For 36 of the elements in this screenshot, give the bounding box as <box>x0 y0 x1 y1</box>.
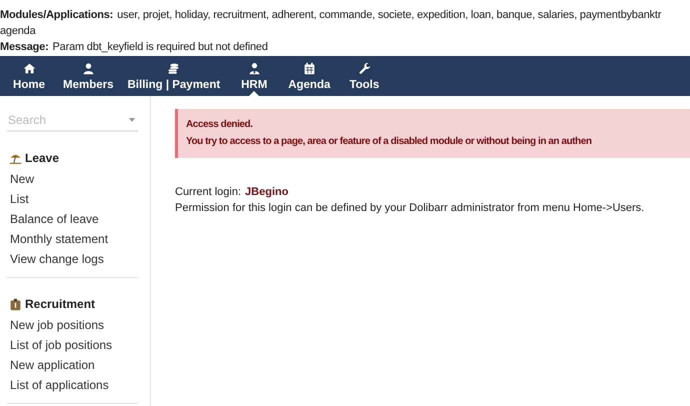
nav-tab[interactable]: Tools <box>339 56 390 96</box>
nav-tab[interactable]: Agenda <box>283 56 336 96</box>
nav-tab[interactable]: Billing | Payment <box>122 56 226 96</box>
info-label: Message: <box>0 41 49 53</box>
info-text: Param dbt_keyfield is required but not defined <box>52 41 268 53</box>
user-icon <box>82 62 95 74</box>
info-label: Modules/Applications: <box>0 9 114 21</box>
menu-link[interactable]: View change logs <box>10 249 104 269</box>
menu-link[interactable]: List of applications <box>10 375 109 395</box>
caret-icon <box>129 118 135 122</box>
section-title[interactable]: Leave <box>25 151 60 165</box>
menu-link[interactable]: Balance of leave <box>10 209 99 229</box>
login-value: JBegino <box>245 186 288 198</box>
nav-tab[interactable]: Members <box>58 56 118 96</box>
login-label: Current login: <box>175 186 242 198</box>
alert-title: Access denied. <box>186 118 254 132</box>
permission-note: Permission for this login can be defined by your Dolibarr administrator from menu Home->Users. <box>175 201 646 216</box>
menu-link[interactable]: New application <box>10 355 95 375</box>
info-text: agenda <box>0 25 36 37</box>
menu-link[interactable]: Monthly statement <box>10 229 108 249</box>
calendar-icon <box>302 62 316 74</box>
user-icon <box>248 62 261 74</box>
menu-link[interactable]: List of job positions <box>10 335 112 355</box>
search-field[interactable]: Search <box>7 113 129 127</box>
badge-icon <box>9 298 22 310</box>
home-icon <box>22 62 36 74</box>
wrench-icon <box>358 62 371 74</box>
menu-link[interactable]: New job positions <box>10 315 104 335</box>
menu-link[interactable]: List <box>10 189 29 209</box>
coins-icon <box>167 62 180 74</box>
nav-tab[interactable]: Home <box>4 56 54 96</box>
info-text: user, projet, holiday, recruitment, adherent, commande, societe, expedition, loan, banque, salaries, paymentbybanktr <box>117 9 662 21</box>
menu-link[interactable]: New <box>10 169 34 189</box>
section-title[interactable]: Recruitment <box>25 297 96 311</box>
alert-text: You try to access to a page, area or feature of a disabled module or without being in an authen <box>186 135 592 149</box>
nav-tab[interactable]: HRM <box>229 56 280 96</box>
